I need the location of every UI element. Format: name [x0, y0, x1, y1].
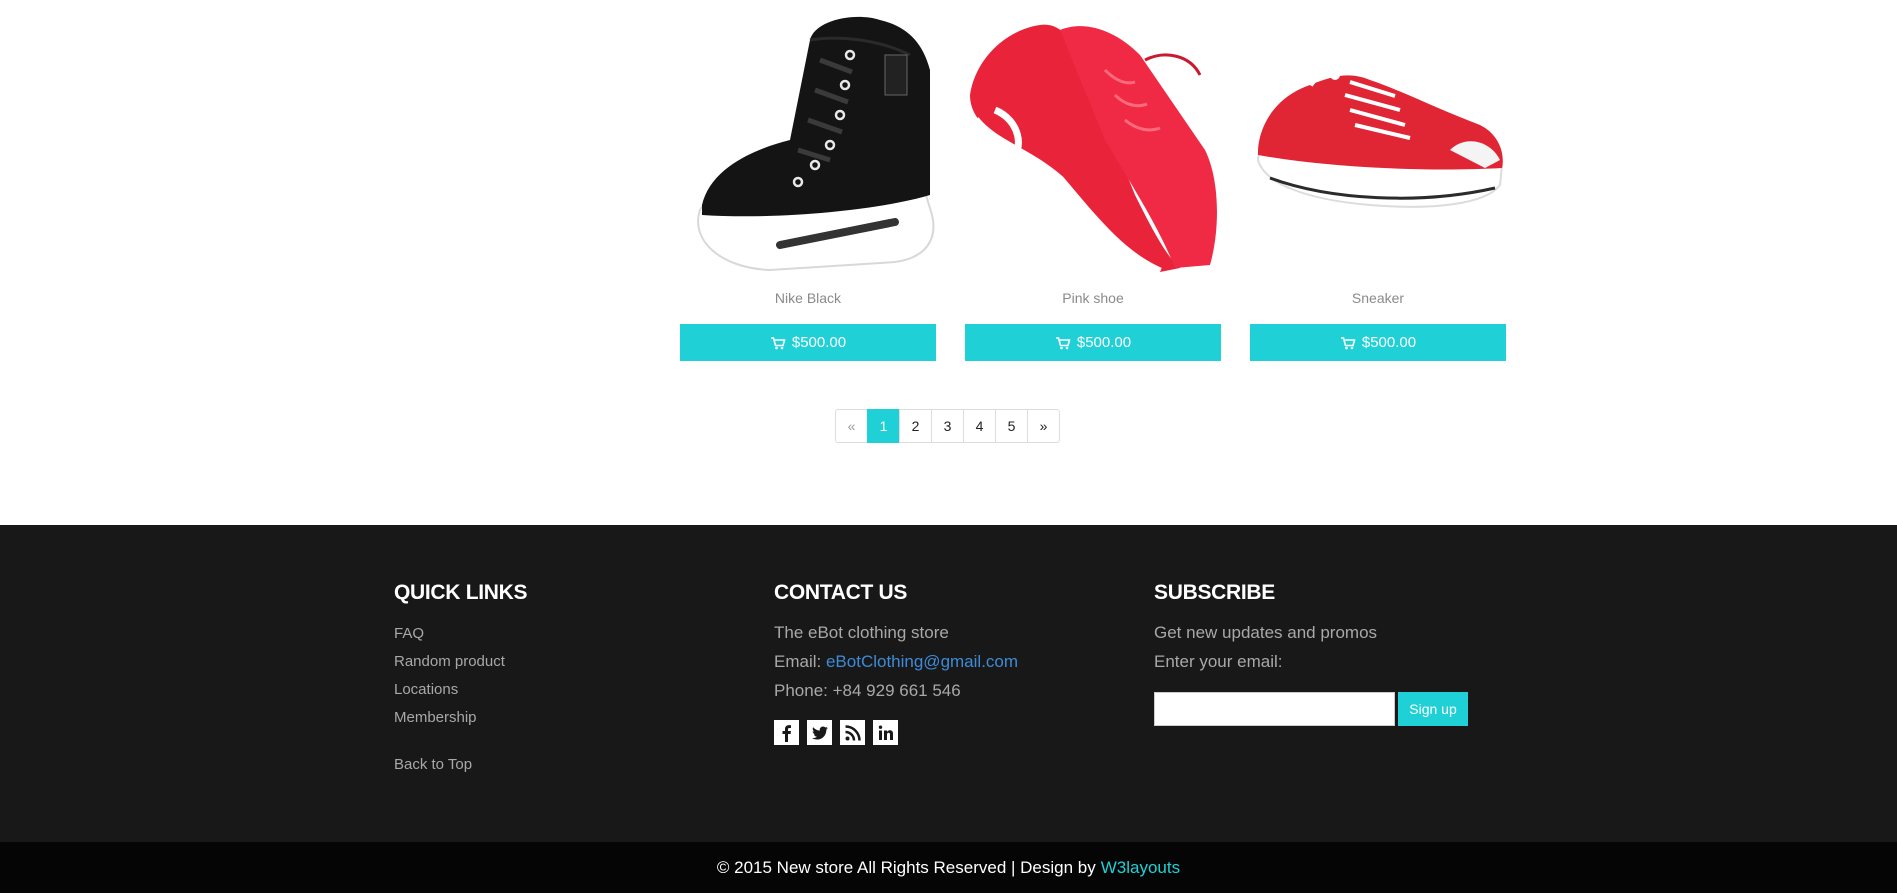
facebook-icon[interactable]: [774, 720, 799, 745]
store-name: The eBot clothing store: [774, 623, 949, 642]
back-to-top-link[interactable]: Back to Top: [394, 756, 527, 773]
price-label: $500.00: [1076, 334, 1132, 351]
quick-link-locations[interactable]: Locations: [394, 680, 527, 708]
product-image[interactable]: [965, 0, 1221, 282]
social-links: [774, 720, 1018, 745]
sign-up-button[interactable]: Sign up: [1398, 692, 1468, 726]
copyright-bar: © 2015 New store All Rights Reserved | D…: [0, 842, 1897, 893]
page-1[interactable]: 1: [867, 409, 900, 443]
subscribe-form: Sign up: [1154, 692, 1468, 726]
price-label: $500.00: [1361, 334, 1417, 351]
product-name[interactable]: Nike Black: [680, 290, 936, 306]
email-prompt: Enter your email:: [1154, 652, 1283, 671]
cart-icon: [1340, 336, 1356, 349]
page-4[interactable]: 4: [963, 409, 996, 443]
pagination: « 1 2 3 4 5 »: [835, 409, 1060, 443]
product-section: Nike Black $500.00 Pink shoe $500.00 Sne…: [0, 0, 1897, 525]
product-card[interactable]: Pink shoe $500.00: [965, 0, 1221, 361]
page-2[interactable]: 2: [899, 409, 932, 443]
product-name[interactable]: Pink shoe: [965, 290, 1221, 306]
subscribe-text: Get new updates and promos: [1154, 623, 1378, 642]
copyright-text: © 2015 New store All Rights Reserved | D…: [716, 857, 1096, 877]
email-label: Email:: [774, 652, 822, 671]
quick-links-column: QUICK LINKS FAQ Random product Locations…: [394, 581, 528, 773]
product-name[interactable]: Sneaker: [1250, 290, 1506, 306]
cart-icon: [770, 336, 786, 349]
linkedin-icon[interactable]: [873, 720, 898, 745]
twitter-icon[interactable]: [807, 720, 832, 745]
email-line: Email: eBotClothing@gmail.com: [774, 651, 1018, 680]
pagination-prev[interactable]: «: [835, 409, 868, 443]
product-image[interactable]: [1250, 0, 1506, 282]
contact-column: CONTACT US The eBot clothing store Email…: [774, 581, 1018, 745]
quick-link-random-product[interactable]: Random product: [394, 652, 527, 680]
quick-link-faq[interactable]: FAQ: [394, 624, 527, 652]
product-image[interactable]: [680, 0, 936, 282]
footer: QUICK LINKS FAQ Random product Locations…: [0, 525, 1897, 842]
product-card[interactable]: Nike Black $500.00: [680, 0, 936, 361]
phone-line: Phone: +84 929 661 546: [774, 681, 961, 700]
add-to-cart-button[interactable]: $500.00: [965, 324, 1221, 361]
pagination-next[interactable]: »: [1027, 409, 1060, 443]
quick-links-heading: QUICK LINKS: [394, 581, 528, 604]
add-to-cart-button[interactable]: $500.00: [680, 324, 936, 361]
cart-icon: [1055, 336, 1071, 349]
price-label: $500.00: [791, 334, 847, 351]
add-to-cart-button[interactable]: $500.00: [1250, 324, 1506, 361]
subscribe-heading: SUBSCRIBE: [1154, 581, 1275, 604]
designer-link[interactable]: W3layouts: [1101, 858, 1180, 878]
rss-icon[interactable]: [840, 720, 865, 745]
quick-links-list: FAQ Random product Locations Membership: [394, 624, 527, 736]
product-card[interactable]: Sneaker $500.00: [1250, 0, 1506, 361]
email-link[interactable]: eBotClothing@gmail.com: [826, 652, 1018, 671]
subscribe-column: SUBSCRIBE Get new updates and promos Ent…: [1154, 581, 1468, 726]
quick-link-membership[interactable]: Membership: [394, 708, 527, 736]
page-3[interactable]: 3: [931, 409, 964, 443]
page-5[interactable]: 5: [995, 409, 1028, 443]
contact-heading: CONTACT US: [774, 581, 908, 604]
subscribe-email-input[interactable]: [1154, 692, 1395, 726]
